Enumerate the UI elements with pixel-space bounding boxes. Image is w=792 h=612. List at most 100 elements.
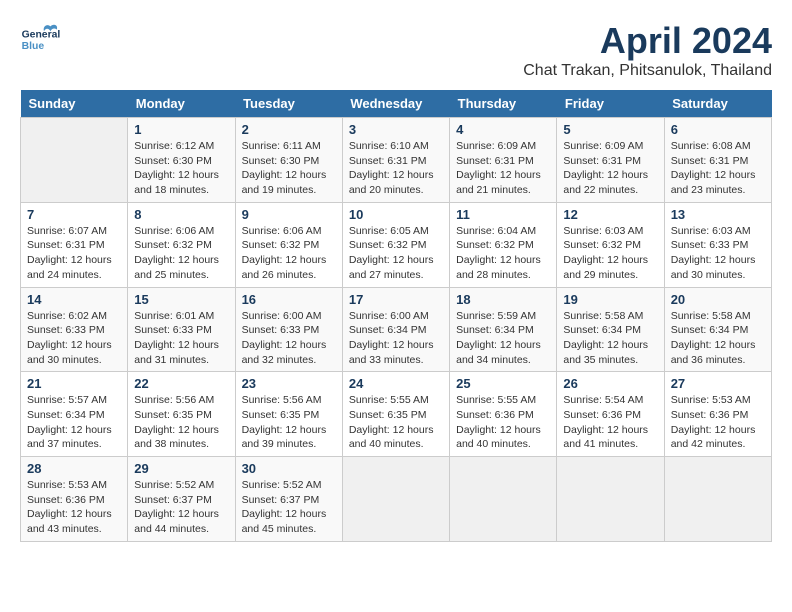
- day-info: Sunrise: 5:55 AM Sunset: 6:36 PM Dayligh…: [456, 393, 550, 452]
- calendar-cell: 21Sunrise: 5:57 AM Sunset: 6:34 PM Dayli…: [21, 372, 128, 457]
- svg-text:Blue: Blue: [22, 41, 45, 52]
- day-number: 5: [563, 122, 657, 137]
- day-info: Sunrise: 6:11 AM Sunset: 6:30 PM Dayligh…: [242, 139, 336, 198]
- calendar-cell: 27 Sunrise: 5:53 AM Sunset: 6:36 PM Dayli…: [664, 372, 771, 457]
- calendar-cell: 26 Sunrise: 5:54 AM Sunset: 6:36 PM Dayli…: [557, 372, 664, 457]
- day-info: Sunrise: 5:56 AM Sunset: 6:35 PM Dayligh…: [242, 393, 336, 452]
- day-info: Sunrise: 6:08 AM Sunset: 6:31 PM Dayligh…: [671, 139, 765, 198]
- day-number: 6: [671, 122, 765, 137]
- day-number: 27: [671, 376, 765, 391]
- weekday-header: Tuesday: [235, 90, 342, 118]
- calendar-cell: 7 Sunrise: 6:07 AM Sunset: 6:31 PM Daylig…: [21, 202, 128, 287]
- calendar-cell: [21, 118, 128, 203]
- calendar-cell: 10 Sunrise: 6:05 AM Sunset: 6:32 PM Dayli…: [342, 202, 449, 287]
- page-header: General Blue April 2024 Chat Trakan, Phi…: [20, 20, 772, 80]
- day-number: 18: [456, 292, 550, 307]
- day-number: 26: [563, 376, 657, 391]
- month-title: April 2024: [523, 20, 772, 62]
- day-number: 2: [242, 122, 336, 137]
- calendar-cell: 28 Sunrise: 5:53 AM Sunset: 6:36 PM Dayli…: [21, 457, 128, 542]
- day-info: Sunrise: 5:57 AM Sunset: 6:34 PM Dayligh…: [27, 393, 121, 452]
- calendar-cell: 15 Sunrise: 6:01 AM Sunset: 6:33 PM Dayli…: [128, 287, 235, 372]
- day-number: 10: [349, 207, 443, 222]
- calendar-cell: 19 Sunrise: 5:58 AM Sunset: 6:34 PM Dayli…: [557, 287, 664, 372]
- day-info: Sunrise: 6:05 AM Sunset: 6:32 PM Dayligh…: [349, 224, 443, 283]
- calendar-cell: 14 Sunrise: 6:02 AM Sunset: 6:33 PM Dayli…: [21, 287, 128, 372]
- day-info: Sunrise: 6:01 AM Sunset: 6:33 PM Dayligh…: [134, 309, 228, 368]
- calendar-cell: 30 Sunrise: 5:52 AM Sunset: 6:37 PM Dayli…: [235, 457, 342, 542]
- calendar-cell: 2 Sunrise: 6:11 AM Sunset: 6:30 PM Daylig…: [235, 118, 342, 203]
- calendar-cell: 22 Sunrise: 5:56 AM Sunset: 6:35 PM Dayli…: [128, 372, 235, 457]
- calendar-cell: 24Sunrise: 5:55 AM Sunset: 6:35 PM Dayli…: [342, 372, 449, 457]
- calendar-cell: 8 Sunrise: 6:06 AM Sunset: 6:32 PM Daylig…: [128, 202, 235, 287]
- day-number: 1: [134, 122, 228, 137]
- day-number: 13: [671, 207, 765, 222]
- location: Chat Trakan, Phitsanulok, Thailand: [523, 62, 772, 80]
- calendar-cell: [557, 457, 664, 542]
- day-number: 19: [563, 292, 657, 307]
- day-info: Sunrise: 5:52 AM Sunset: 6:37 PM Dayligh…: [134, 478, 228, 537]
- day-info: Sunrise: 5:54 AM Sunset: 6:36 PM Dayligh…: [563, 393, 657, 452]
- calendar-table: SundayMondayTuesdayWednesdayThursdayFrid…: [20, 90, 772, 542]
- day-info: Sunrise: 6:00 AM Sunset: 6:33 PM Dayligh…: [242, 309, 336, 368]
- weekday-header: Wednesday: [342, 90, 449, 118]
- day-number: 23: [242, 376, 336, 391]
- weekday-header: Sunday: [21, 90, 128, 118]
- day-number: 8: [134, 207, 228, 222]
- day-number: 7: [27, 207, 121, 222]
- day-number: 25: [456, 376, 550, 391]
- calendar-cell: 20 Sunrise: 5:58 AM Sunset: 6:34 PM Dayli…: [664, 287, 771, 372]
- day-info: Sunrise: 5:58 AM Sunset: 6:34 PM Dayligh…: [671, 309, 765, 368]
- calendar-cell: 4Sunrise: 6:09 AM Sunset: 6:31 PM Daylig…: [450, 118, 557, 203]
- day-info: Sunrise: 6:06 AM Sunset: 6:32 PM Dayligh…: [134, 224, 228, 283]
- day-info: Sunrise: 6:09 AM Sunset: 6:31 PM Dayligh…: [456, 139, 550, 198]
- day-info: Sunrise: 5:55 AM Sunset: 6:35 PM Dayligh…: [349, 393, 443, 452]
- calendar-cell: 1 Sunrise: 6:12 AM Sunset: 6:30 PM Daylig…: [128, 118, 235, 203]
- calendar-cell: 13 Sunrise: 6:03 AM Sunset: 6:33 PM Dayli…: [664, 202, 771, 287]
- day-info: Sunrise: 6:10 AM Sunset: 6:31 PM Dayligh…: [349, 139, 443, 198]
- day-info: Sunrise: 6:02 AM Sunset: 6:33 PM Dayligh…: [27, 309, 121, 368]
- day-number: 22: [134, 376, 228, 391]
- day-info: Sunrise: 6:00 AM Sunset: 6:34 PM Dayligh…: [349, 309, 443, 368]
- calendar-cell: 23 Sunrise: 5:56 AM Sunset: 6:35 PM Dayli…: [235, 372, 342, 457]
- day-info: Sunrise: 5:56 AM Sunset: 6:35 PM Dayligh…: [134, 393, 228, 452]
- calendar-cell: [450, 457, 557, 542]
- calendar-week-row: 21Sunrise: 5:57 AM Sunset: 6:34 PM Dayli…: [21, 372, 772, 457]
- logo: General Blue: [20, 20, 60, 60]
- day-info: Sunrise: 5:58 AM Sunset: 6:34 PM Dayligh…: [563, 309, 657, 368]
- day-info: Sunrise: 6:04 AM Sunset: 6:32 PM Dayligh…: [456, 224, 550, 283]
- calendar-cell: 29Sunrise: 5:52 AM Sunset: 6:37 PM Dayli…: [128, 457, 235, 542]
- calendar-week-row: 28 Sunrise: 5:53 AM Sunset: 6:36 PM Dayli…: [21, 457, 772, 542]
- day-info: Sunrise: 5:53 AM Sunset: 6:36 PM Dayligh…: [27, 478, 121, 537]
- logo-icon: General Blue: [20, 20, 60, 60]
- day-info: Sunrise: 5:52 AM Sunset: 6:37 PM Dayligh…: [242, 478, 336, 537]
- day-info: Sunrise: 6:07 AM Sunset: 6:31 PM Dayligh…: [27, 224, 121, 283]
- calendar-cell: 16 Sunrise: 6:00 AM Sunset: 6:33 PM Dayli…: [235, 287, 342, 372]
- day-number: 20: [671, 292, 765, 307]
- calendar-cell: 25 Sunrise: 5:55 AM Sunset: 6:36 PM Dayli…: [450, 372, 557, 457]
- day-number: 11: [456, 207, 550, 222]
- day-info: Sunrise: 6:03 AM Sunset: 6:33 PM Dayligh…: [671, 224, 765, 283]
- weekday-header: Thursday: [450, 90, 557, 118]
- day-number: 30: [242, 461, 336, 476]
- calendar-cell: 18Sunrise: 5:59 AM Sunset: 6:34 PM Dayli…: [450, 287, 557, 372]
- svg-text:General: General: [22, 30, 60, 41]
- calendar-week-row: 14 Sunrise: 6:02 AM Sunset: 6:33 PM Dayli…: [21, 287, 772, 372]
- weekday-header: Monday: [128, 90, 235, 118]
- day-info: Sunrise: 6:06 AM Sunset: 6:32 PM Dayligh…: [242, 224, 336, 283]
- day-info: Sunrise: 5:53 AM Sunset: 6:36 PM Dayligh…: [671, 393, 765, 452]
- day-number: 28: [27, 461, 121, 476]
- day-number: 9: [242, 207, 336, 222]
- calendar-cell: 3Sunrise: 6:10 AM Sunset: 6:31 PM Daylig…: [342, 118, 449, 203]
- day-info: Sunrise: 6:12 AM Sunset: 6:30 PM Dayligh…: [134, 139, 228, 198]
- calendar-cell: 11 Sunrise: 6:04 AM Sunset: 6:32 PM Dayli…: [450, 202, 557, 287]
- calendar-week-row: 1 Sunrise: 6:12 AM Sunset: 6:30 PM Daylig…: [21, 118, 772, 203]
- day-number: 16: [242, 292, 336, 307]
- day-info: Sunrise: 6:09 AM Sunset: 6:31 PM Dayligh…: [563, 139, 657, 198]
- calendar-cell: [342, 457, 449, 542]
- calendar-header-row: SundayMondayTuesdayWednesdayThursdayFrid…: [21, 90, 772, 118]
- calendar-week-row: 7 Sunrise: 6:07 AM Sunset: 6:31 PM Daylig…: [21, 202, 772, 287]
- day-number: 15: [134, 292, 228, 307]
- day-number: 14: [27, 292, 121, 307]
- title-block: April 2024 Chat Trakan, Phitsanulok, Tha…: [523, 20, 772, 80]
